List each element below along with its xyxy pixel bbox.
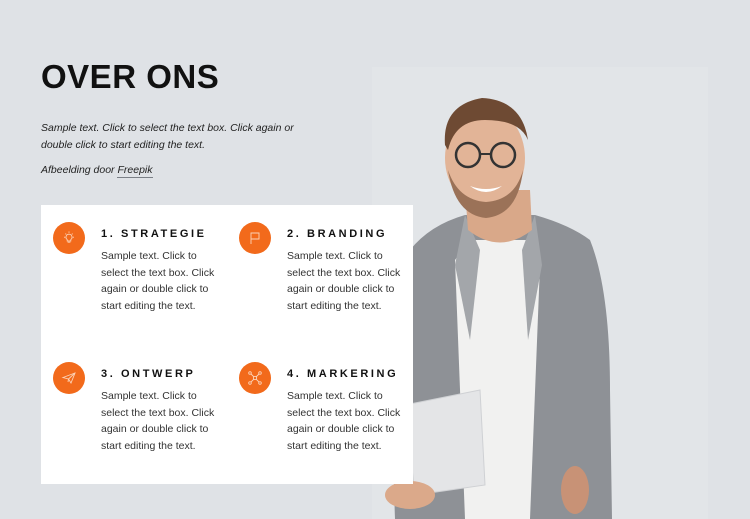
feature-text[interactable]: Sample text. Click to select the text bo… [101,248,219,314]
image-credit: Afbeelding door Freepik [41,164,153,178]
feature-text[interactable]: Sample text. Click to select the text bo… [287,388,405,454]
feature-title[interactable]: 1. STRATEGIE [101,228,207,240]
feature-text[interactable]: Sample text. Click to select the text bo… [287,248,405,314]
feature-title[interactable]: 4. MARKERING [287,368,398,380]
credit-prefix: Afbeelding door [41,164,118,176]
feature-text[interactable]: Sample text. Click to select the text bo… [101,388,219,454]
page-title[interactable]: OVER ONS [41,58,219,96]
laptop [404,389,486,496]
lightbulb-icon [53,222,85,254]
flag-icon [239,222,271,254]
network-icon [239,362,271,394]
intro-text[interactable]: Sample text. Click to select the text bo… [41,120,301,153]
freepik-link[interactable]: Freepik [117,164,153,178]
feature-title[interactable]: 2. BRANDING [287,228,387,240]
feature-title[interactable]: 3. ONTWERP [101,368,195,380]
features-card: 1. STRATEGIE Sample text. Click to selec… [41,205,413,484]
paper-plane-icon [53,362,85,394]
